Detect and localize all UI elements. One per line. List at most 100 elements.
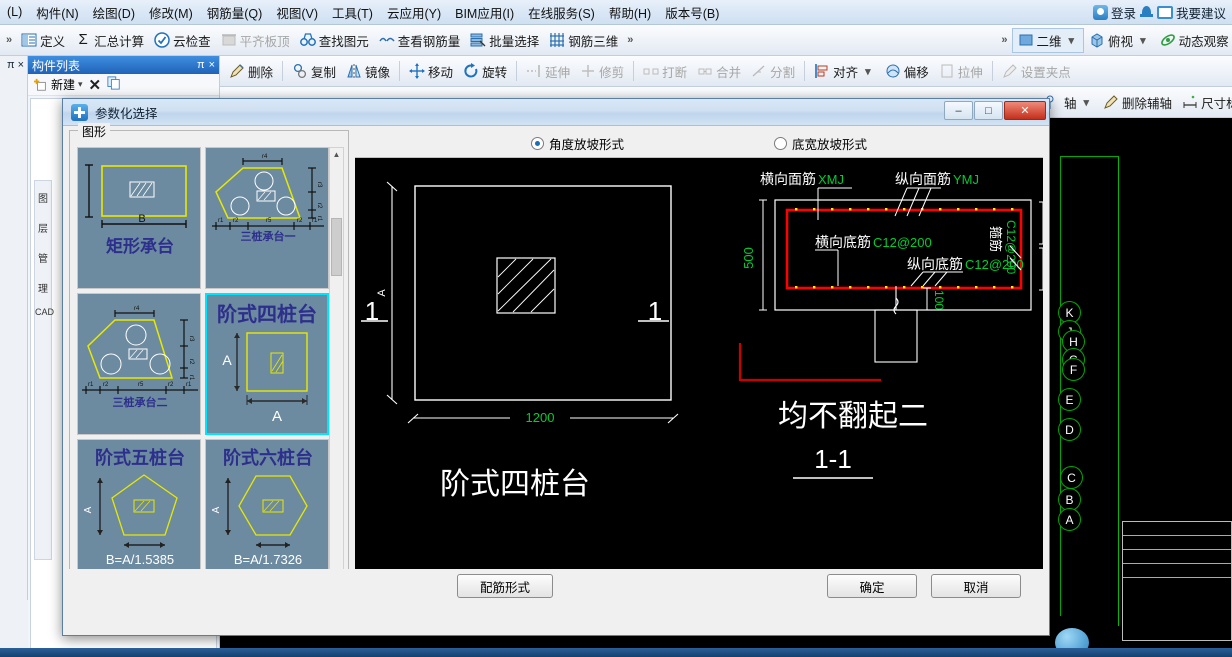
rebar-form-button[interactable]: 配筋形式: [457, 574, 553, 598]
value-longitudinal-top-rebar: YMJ: [953, 172, 979, 187]
toolbar-orbit[interactable]: 动态观察: [1155, 29, 1232, 52]
chevron-down-icon[interactable]: ▾: [1136, 34, 1150, 47]
pin-icon[interactable]: π: [7, 59, 15, 71]
toolbar-view-rebar-qty[interactable]: 查看钢筋量: [374, 29, 466, 52]
tool-rotate[interactable]: 旋转: [458, 60, 512, 83]
cad-axis-pane[interactable]: K J H G F E D C B A: [1040, 146, 1232, 657]
tool-axis-label: 轴: [1064, 96, 1077, 111]
login-button[interactable]: 登录: [1092, 3, 1136, 22]
svg-text:r4: r4: [134, 306, 140, 312]
axis-bubble-F[interactable]: F: [1062, 358, 1085, 381]
drawing-preview-canvas[interactable]: A 1200 1 1 阶式四桩台 横向面筋 XMJ 纵向面筋 YMJ 横向底筋 …: [355, 158, 1043, 594]
scroll-up-icon[interactable]: ▲: [331, 149, 342, 160]
tool-break[interactable]: 打断: [638, 60, 692, 83]
chevron-down-icon[interactable]: ▾: [78, 79, 83, 90]
chevron-down-icon[interactable]: ▾: [861, 65, 875, 78]
tool-move[interactable]: 移动: [404, 60, 458, 83]
tool-offset-label: 偏移: [903, 65, 929, 80]
copy-component-button[interactable]: [107, 76, 121, 93]
tool-delete-aux-axis[interactable]: 删除辅轴: [1098, 91, 1177, 114]
ok-button[interactable]: 确定: [827, 574, 917, 598]
close-icon[interactable]: ×: [209, 59, 215, 71]
menu-item-rebar-qty[interactable]: 钢筋量(Q): [200, 0, 270, 25]
thumbnail-scrollbar[interactable]: ▲ ▼: [329, 147, 344, 587]
suggest-button[interactable]: 我要建议: [1156, 3, 1226, 22]
menu-item-file[interactable]: (L): [0, 2, 29, 22]
thumbnail-step-6pile[interactable]: 阶式六桩台 A B=A/1.7326: [205, 439, 329, 581]
tool-extend[interactable]: 延伸: [521, 60, 575, 83]
menu-item-component[interactable]: 构件(N): [29, 0, 85, 25]
toolbar-2d[interactable]: 二维 ▾: [1011, 27, 1085, 53]
pin-icon[interactable]: π: [197, 59, 205, 71]
toolbar-overflow-left[interactable]: »: [2, 34, 16, 46]
split-icon: [752, 65, 765, 77]
axis-bubble-D[interactable]: D: [1058, 418, 1081, 441]
tool-set-grip[interactable]: 设置夹点: [997, 60, 1076, 83]
toolbar-separator: [399, 61, 401, 81]
copy-icon: [107, 76, 120, 90]
maximize-button[interactable]: □: [974, 101, 1003, 120]
tool-mirror[interactable]: 镜像: [341, 60, 395, 83]
tool-stretch[interactable]: 拉伸: [934, 60, 988, 83]
menu-item-help[interactable]: 帮助(H): [602, 0, 658, 25]
menu-item-draw[interactable]: 绘图(D): [86, 0, 142, 25]
left-dock-header: π ×: [0, 56, 27, 74]
orbit-icon: [1160, 34, 1175, 46]
toolbar-overflow-mid2[interactable]: »: [997, 34, 1011, 46]
toolbar-rebar-3d[interactable]: 钢筋三维: [544, 29, 623, 52]
minimize-button[interactable]: –: [944, 101, 973, 120]
toolbar-top-view[interactable]: 俯视 ▾: [1084, 29, 1155, 52]
section-subtitle: 1-1: [814, 444, 852, 474]
menu-item-online-service[interactable]: 在线服务(S): [521, 0, 602, 25]
tool-offset[interactable]: 偏移: [880, 60, 934, 83]
new-component-button[interactable]: 新建 ▾: [34, 76, 83, 93]
radio-angle-slope[interactable]: 角度放坡形式: [530, 134, 624, 153]
dialog-titlebar[interactable]: 参数化选择 – □ ✕: [63, 99, 1049, 126]
delete-component-button[interactable]: ✕: [89, 76, 102, 94]
layer-tab-char-5: CAD: [35, 307, 55, 317]
menu-item-modify[interactable]: 修改(M): [142, 0, 200, 25]
layer-manager-vertical-tab[interactable]: 图 层 管 理 CAD: [34, 180, 55, 560]
axis-bubble-E[interactable]: E: [1058, 388, 1081, 411]
thumbnail-step-5pile[interactable]: 阶式五桩台 A B=A/1.5385: [77, 439, 201, 581]
tool-extend-label: 延伸: [545, 65, 571, 80]
close-button[interactable]: ✕: [1004, 101, 1046, 120]
chat-icon: [1156, 5, 1173, 19]
tool-merge[interactable]: 合并: [692, 60, 746, 83]
tool-split[interactable]: 分割: [746, 60, 800, 83]
menu-item-version[interactable]: 版本号(B): [658, 0, 726, 25]
menu-item-view[interactable]: 视图(V): [269, 0, 325, 25]
toolbar-cloud-check[interactable]: 云检查: [149, 29, 216, 52]
axis-bubble-C[interactable]: C: [1060, 466, 1083, 489]
toolbar-batch-select[interactable]: 批量选择: [465, 29, 544, 52]
radio-bottom-width-slope[interactable]: 底宽放坡形式: [774, 134, 867, 153]
thumbnail-list[interactable]: B 矩形承台 r4 r3 r2 r1 r1 r2 r5 r2 r1 三桩承台一 …: [75, 145, 333, 589]
close-icon[interactable]: ×: [18, 59, 24, 71]
tool-trim[interactable]: 修剪: [575, 60, 629, 83]
thumbnail-tri-cap-1[interactable]: r4 r3 r2 r1 r1 r2 r5 r2 r1 三桩承台一: [205, 147, 329, 289]
axis-bubble-A[interactable]: A: [1058, 508, 1081, 531]
thumbnail-tri-cap-2[interactable]: r4 r3 r2 r1 r1 r2 r5 r2 r1 三桩承台二: [77, 293, 201, 435]
layer-tab-char-1: 图: [38, 194, 48, 205]
toolbar-summary-calc[interactable]: Σ 汇总计算: [70, 29, 149, 52]
menu-item-bim-app[interactable]: BIM应用(I): [448, 0, 521, 25]
toolbar-find-element[interactable]: 查找图元: [295, 29, 374, 52]
scrollbar-thumb[interactable]: [331, 218, 342, 276]
toolbar-align-slab-top[interactable]: 平齐板顶: [216, 29, 295, 52]
layer-tab-char-4: 理: [38, 284, 48, 295]
toolbar-overflow-mid[interactable]: »: [623, 34, 637, 46]
chevron-down-icon[interactable]: ▾: [1080, 96, 1094, 109]
bell-icon[interactable]: [1139, 5, 1153, 19]
tool-dimension[interactable]: 尺寸标注 ▾: [1177, 91, 1232, 114]
menu-item-tools[interactable]: 工具(T): [325, 0, 380, 25]
tool-copy[interactable]: 复制: [287, 60, 341, 83]
tool-align[interactable]: 对齐 ▾: [809, 60, 880, 83]
cancel-button[interactable]: 取消: [931, 574, 1021, 598]
chevron-down-icon[interactable]: ▾: [1065, 34, 1079, 47]
toolbar-define[interactable]: 定义: [16, 29, 70, 52]
svg-text:r2: r2: [188, 359, 194, 365]
thumbnail-step-4pile[interactable]: 阶式四桩台 A A: [205, 293, 329, 435]
menu-item-cloud-app[interactable]: 云应用(Y): [380, 0, 448, 25]
thumbnail-rect-cap[interactable]: B 矩形承台: [77, 147, 201, 289]
tool-delete[interactable]: 删除: [224, 60, 278, 83]
